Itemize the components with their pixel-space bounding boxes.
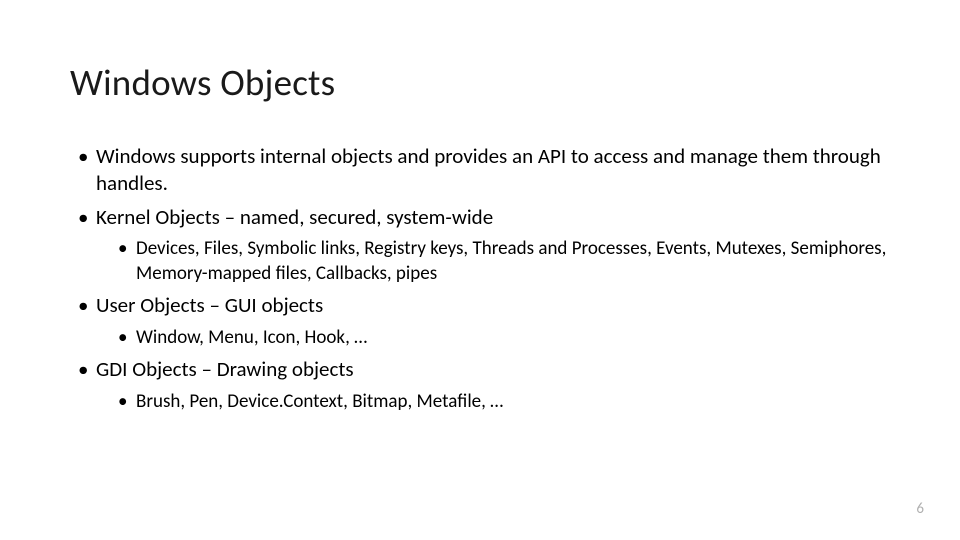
sub-bullet-text: Window, Menu, Icon, Hook, … xyxy=(136,326,367,349)
slide-content: Windows supports internal objects and pr… xyxy=(70,143,890,414)
bullet-text: Windows supports internal objects and pr… xyxy=(96,143,881,196)
slide-title: Windows Objects xyxy=(70,60,890,105)
sub-bullet-list: Brush, Pen, Device.Context, Bitmap, Meta… xyxy=(96,390,890,415)
sub-bullet-list: Devices, Files, Symbolic links, Registry… xyxy=(96,237,890,286)
sub-bullet-item: Window, Menu, Icon, Hook, … xyxy=(118,326,890,351)
sub-bullet-item: Brush, Pen, Device.Context, Bitmap, Meta… xyxy=(118,390,890,415)
sub-bullet-text: Brush, Pen, Device.Context, Bitmap, Meta… xyxy=(136,390,503,413)
sub-bullet-item: Devices, Files, Symbolic links, Registry… xyxy=(118,237,890,286)
sub-bullet-list: Window, Menu, Icon, Hook, … xyxy=(96,326,890,351)
page-number: 6 xyxy=(916,500,924,518)
bullet-item: Windows supports internal objects and pr… xyxy=(78,143,890,198)
sub-bullet-text: Devices, Files, Symbolic links, Registry… xyxy=(136,237,886,285)
bullet-item: Kernel Objects – named, secured, system-… xyxy=(78,204,890,287)
bullet-text: Kernel Objects – named, secured, system-… xyxy=(96,204,493,230)
bullet-item: User Objects – GUI objects Window, Menu,… xyxy=(78,292,890,350)
bullet-text: GDI Objects – Drawing objects xyxy=(96,356,354,382)
bullet-list: Windows supports internal objects and pr… xyxy=(70,143,890,414)
bullet-item: GDI Objects – Drawing objects Brush, Pen… xyxy=(78,356,890,414)
bullet-text: User Objects – GUI objects xyxy=(96,292,323,318)
